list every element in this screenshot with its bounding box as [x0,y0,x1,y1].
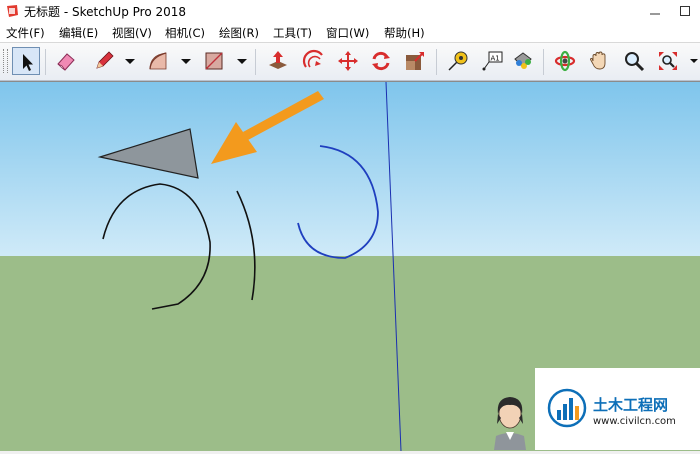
blue-axis-line [385,82,402,451]
scale-tool-button[interactable] [401,47,429,75]
pencil-dropdown-button[interactable] [124,47,136,75]
arc-icon [149,52,167,70]
chevron-down-icon [125,59,135,64]
push-pull-icon [269,51,287,69]
offset-icon [302,49,323,68]
push-pull-tool-button[interactable] [264,47,292,75]
menu-view[interactable]: 视图(V) [112,25,152,41]
menu-tools[interactable]: 工具(T) [273,25,312,41]
maximize-button[interactable] [670,0,700,22]
orange-pointer-arrow [211,91,324,164]
menu-bar: 文件(F) 编辑(E) 视图(V) 相机(C) 绘图(R) 工具(T) 窗口(W… [0,22,700,43]
arc-tool-button[interactable] [144,47,172,75]
gray-triangle-face[interactable] [97,128,199,179]
text-label-icon: A1 [482,51,503,71]
pencil-icon [96,51,114,69]
chevron-down-icon [690,59,698,63]
rotate-tool-button[interactable] [367,47,395,75]
zoom-tool-button[interactable] [620,47,648,75]
paint-bucket-tool-button[interactable] [509,47,537,75]
scale-icon [406,52,424,70]
window-title: 无标题 - SketchUp Pro 2018 [24,5,187,19]
move-tool-button[interactable] [334,47,362,75]
toolbar-separator [255,49,256,75]
paint-bucket-icon [514,52,532,69]
chevron-down-icon [237,59,247,64]
person-avatar-figure [486,392,534,450]
rectangle-icon [205,52,223,70]
civilcn-logo-icon [547,388,587,428]
minimize-button[interactable] [640,0,670,22]
zoom-extents-icon [659,52,677,70]
orbit-icon [554,50,576,72]
menu-help[interactable]: 帮助(H) [384,25,425,41]
main-toolbar: A1 [0,43,700,81]
toolbar-separator [45,49,46,75]
watermark-brand: 土木工程网 [593,396,669,414]
menu-window[interactable]: 窗口(W) [326,25,369,41]
pan-hand-icon [590,51,606,70]
pencil-tool-button[interactable] [90,47,118,75]
chevron-down-icon [181,59,191,64]
orbit-tool-button[interactable] [551,47,579,75]
sketchup-app-icon [4,3,20,19]
rectangle-tool-button[interactable] [200,47,228,75]
menu-edit[interactable]: 编辑(E) [59,25,98,41]
toolbar-overflow-button[interactable] [689,47,700,75]
menu-file[interactable]: 文件(F) [6,25,45,41]
tape-measure-icon [448,51,468,71]
tape-measure-tool-button[interactable] [444,47,472,75]
menu-camera[interactable]: 相机(C) [165,25,205,41]
eraser-tool-button[interactable] [52,47,80,75]
toolbar-grip-handle[interactable] [3,49,8,73]
toolbar-separator [543,49,544,75]
black-arc-right[interactable] [236,190,256,301]
title-bar: 无标题 - SketchUp Pro 2018 [0,0,700,23]
watermark-url: www.civilcn.com [593,416,676,427]
menu-draw[interactable]: 绘图(R) [219,25,259,41]
eraser-icon [57,53,75,71]
zoom-extents-tool-button[interactable] [654,47,682,75]
rectangle-dropdown-button[interactable] [236,47,248,75]
zoom-icon [625,52,645,72]
move-icon [338,51,358,71]
arc-dropdown-button[interactable] [180,47,192,75]
black-arc-left[interactable] [102,183,211,310]
text-tool-button[interactable]: A1 [478,47,506,75]
site-watermark: 土木工程网 www.civilcn.com [535,368,700,450]
offset-tool-button[interactable] [300,47,328,75]
select-tool-button[interactable] [12,47,40,75]
selected-blue-arc[interactable] [297,145,379,259]
rotate-icon [372,51,390,71]
svg-text:A1: A1 [491,55,500,63]
select-arrow-icon [23,54,33,71]
toolbar-separator [436,49,437,75]
pan-tool-button[interactable] [585,47,613,75]
